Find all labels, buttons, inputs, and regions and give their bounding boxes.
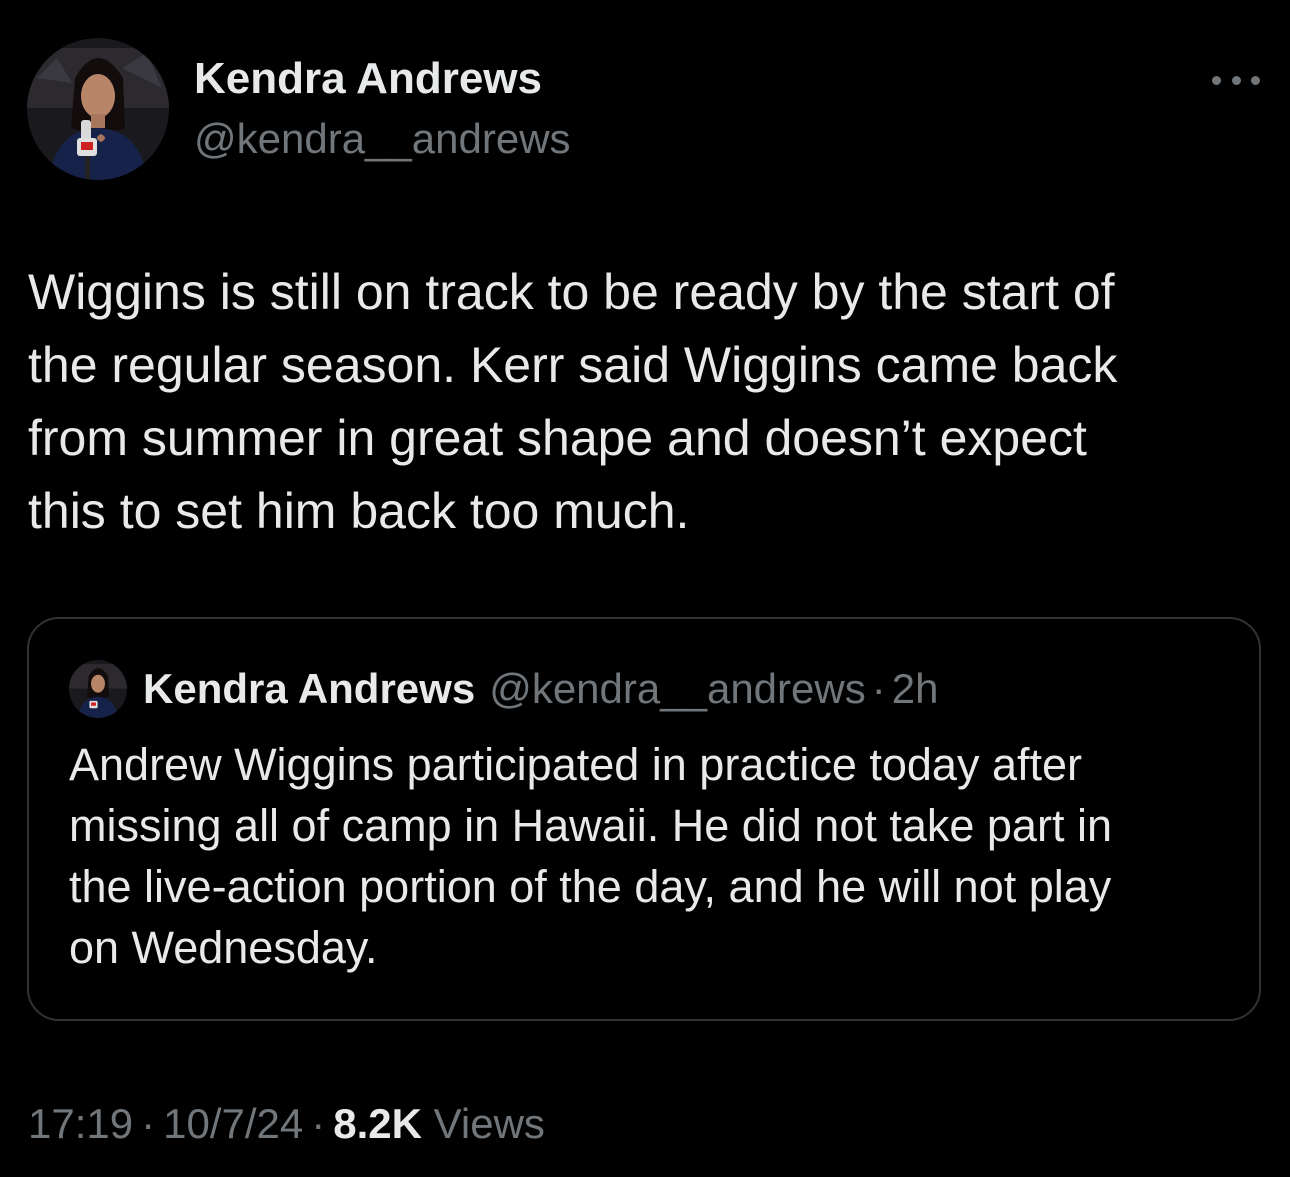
quoted-tweet-time: 2h [891, 665, 939, 712]
quoted-tweet-display-name: Kendra Andrews [143, 665, 476, 712]
views-count[interactable]: 8.2K [333, 1100, 422, 1147]
tweet-time[interactable]: 17:19 [28, 1100, 133, 1147]
quoted-tweet-handle: @kendra__andrews [489, 665, 866, 712]
quoted-tweet-separator: · [871, 665, 886, 712]
avatar[interactable] [27, 38, 169, 180]
meta-separator: · [311, 1100, 326, 1147]
tweet-meta: 17:19 · 10/7/24 · 8.2K Views [28, 1100, 545, 1148]
quoted-tweet-card[interactable]: Kendra Andrews @kendra__andrews · 2h And… [27, 617, 1261, 1021]
quoted-tweet-text: Andrew Wiggins participated in practice … [69, 739, 1112, 973]
views-label[interactable]: Views [434, 1100, 545, 1147]
more-dot [1231, 75, 1241, 85]
more-options-icon[interactable] [1212, 68, 1260, 92]
meta-separator: · [141, 1100, 156, 1147]
author-handle[interactable]: @kendra__andrews [194, 115, 571, 163]
tweet-text: Wiggins is still on track to be ready by… [28, 264, 1118, 539]
more-dot [1212, 75, 1221, 85]
quoted-tweet-avatar [69, 660, 127, 718]
quoted-tweet-header: Kendra Andrews @kendra__andrews · 2h [69, 659, 938, 719]
more-dot [1251, 75, 1260, 85]
tweet-date[interactable]: 10/7/24 [163, 1100, 303, 1147]
author-display-name[interactable]: Kendra Andrews [194, 54, 542, 104]
